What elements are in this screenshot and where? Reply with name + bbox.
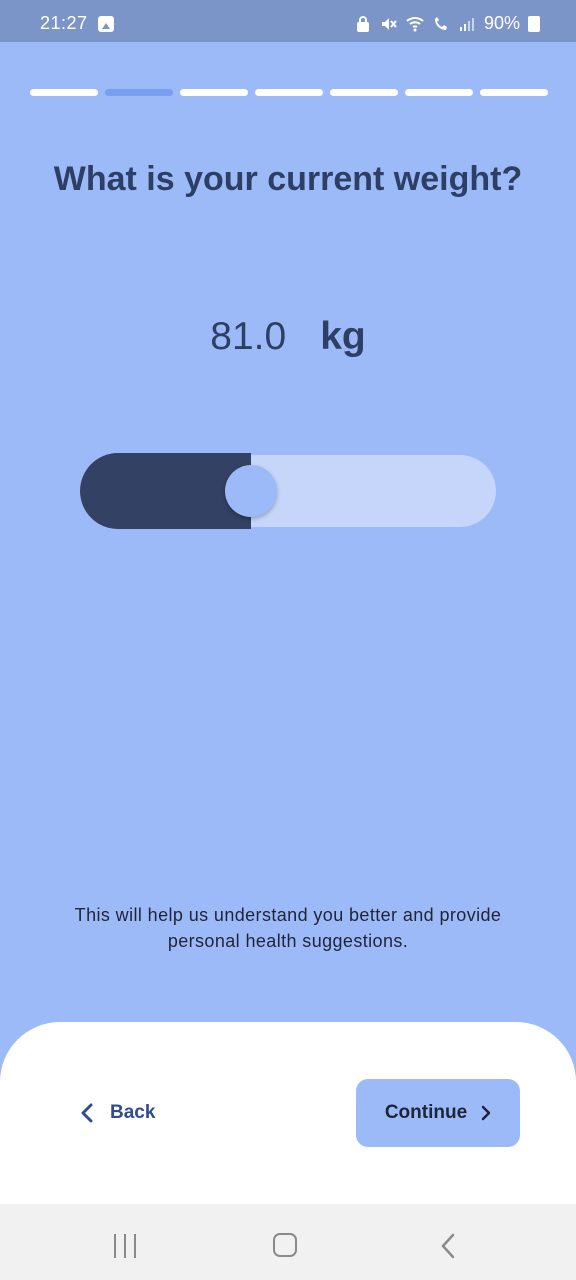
status-time: 21:27 xyxy=(40,13,88,33)
wifi-icon xyxy=(406,16,424,31)
slider-thumb[interactable] xyxy=(225,465,277,517)
chevron-left-icon xyxy=(81,1103,93,1123)
lock-icon xyxy=(356,15,369,32)
status-bar: 21:27 90% xyxy=(0,0,576,42)
continue-button[interactable]: Continue xyxy=(356,1079,520,1147)
status-icons: 90% xyxy=(354,13,540,34)
step-segment-4 xyxy=(255,89,323,96)
back-button-label: Back xyxy=(110,1102,156,1123)
step-segment-5 xyxy=(330,89,398,96)
step-segment-6 xyxy=(405,89,473,96)
step-progress xyxy=(30,89,548,97)
weight-unit[interactable]: kg xyxy=(320,315,366,359)
mute-icon xyxy=(381,17,397,30)
weight-readout: 81.0 kg xyxy=(0,315,576,359)
weight-slider[interactable] xyxy=(80,453,496,529)
step-segment-2 xyxy=(105,89,173,96)
home-icon[interactable] xyxy=(273,1233,297,1257)
continue-button-label: Continue xyxy=(384,1102,468,1123)
step-segment-7 xyxy=(480,89,548,96)
wifi-call-icon xyxy=(434,16,447,30)
back-button[interactable]: Back xyxy=(80,1088,155,1138)
chevron-right-icon xyxy=(481,1105,491,1121)
step-segment-3 xyxy=(180,89,248,96)
question-title: What is your current weight? xyxy=(53,160,523,198)
helper-text: This will help us understand you better … xyxy=(74,905,502,951)
step-segment-1 xyxy=(30,89,98,96)
image-icon xyxy=(98,16,114,32)
weight-value: 81.0 xyxy=(210,315,287,358)
battery-charging-icon xyxy=(528,15,540,32)
battery-percent: 90% xyxy=(483,13,520,33)
recent-apps-icon[interactable] xyxy=(112,1234,138,1258)
signal-icon xyxy=(459,17,474,31)
system-nav-bar xyxy=(0,1204,576,1280)
back-nav-icon[interactable] xyxy=(436,1232,462,1260)
